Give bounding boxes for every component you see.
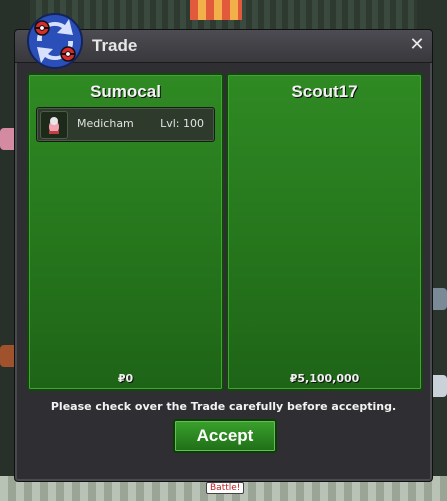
right-player-name: Scout17 <box>291 82 358 101</box>
battle-tag[interactable]: Battle! <box>206 482 245 494</box>
pokemon-name: Medicham <box>77 117 134 130</box>
trade-notice: Please check over the Trade carefully be… <box>50 400 397 413</box>
close-icon[interactable]: ✕ <box>408 36 426 54</box>
right-money: ₽5,100,000 <box>289 372 360 385</box>
left-trade-panel: Sumocal Medicham Lvl: 100 ₽0 <box>27 73 224 391</box>
trade-item-row[interactable]: Medicham Lvl: 100 <box>36 107 215 142</box>
flower-patch <box>190 0 242 20</box>
right-trade-panel: Scout17 ₽5,100,000 <box>226 73 423 391</box>
window-title: Trade <box>92 36 138 55</box>
accept-button[interactable]: Accept <box>173 419 277 453</box>
left-money: ₽0 <box>117 372 134 385</box>
pokemon-icon <box>40 111 68 139</box>
trade-logo-icon <box>27 13 83 69</box>
trade-window: Trade ✕ Sumocal Medicham Lvl: 100 ₽0 Sco… <box>14 13 433 482</box>
pokemon-level: Lvl: 100 <box>160 117 204 130</box>
left-player-name: Sumocal <box>90 82 161 101</box>
